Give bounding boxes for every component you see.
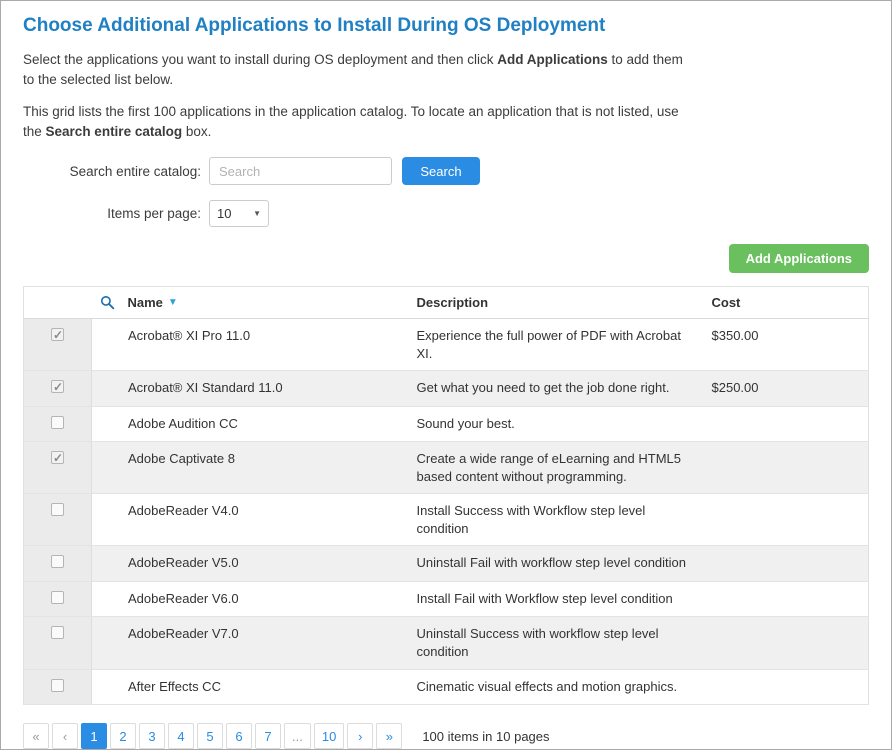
row-checkbox[interactable] xyxy=(51,555,64,568)
row-checkbox[interactable] xyxy=(51,328,64,341)
pagination-summary: 100 items in 10 pages xyxy=(422,729,549,744)
app-name: Adobe Audition CC xyxy=(92,406,409,442)
table-row: AdobeReader V7.0Uninstall Success with w… xyxy=(24,617,869,669)
row-checkbox[interactable] xyxy=(51,451,64,464)
table-row: AdobeReader V6.0Install Fail with Workfl… xyxy=(24,581,869,617)
table-row: Acrobat® XI Pro 11.0Experience the full … xyxy=(24,319,869,371)
row-checkbox[interactable] xyxy=(51,626,64,639)
app-cost xyxy=(704,494,869,546)
items-per-page-label: Items per page: xyxy=(23,206,201,221)
pagination: «‹1234567...10›» xyxy=(23,723,402,749)
app-description: Uninstall Fail with workflow step level … xyxy=(409,546,704,582)
items-per-page-value: 10 xyxy=(217,206,231,221)
row-checkbox-cell xyxy=(24,546,92,582)
app-cost: $250.00 xyxy=(704,371,869,407)
row-checkbox[interactable] xyxy=(51,679,64,692)
pagination-button[interactable]: » xyxy=(376,723,402,749)
pagination-row: «‹1234567...10›» 100 items in 10 pages xyxy=(23,723,869,749)
page-title: Choose Additional Applications to Instal… xyxy=(23,15,869,37)
app-description: Experience the full power of PDF with Ac… xyxy=(409,319,704,371)
app-description: Install Fail with Workflow step level co… xyxy=(409,581,704,617)
table-row: Adobe Audition CCSound your best. xyxy=(24,406,869,442)
intro-text-1: Select the applications you want to inst… xyxy=(23,50,683,91)
row-checkbox-cell xyxy=(24,371,92,407)
app-name: AdobeReader V4.0 xyxy=(92,494,409,546)
column-header-select xyxy=(24,287,92,319)
row-checkbox[interactable] xyxy=(51,591,64,604)
app-description: Uninstall Success with workflow step lev… xyxy=(409,617,704,669)
app-name: AdobeReader V5.0 xyxy=(92,546,409,582)
add-applications-row: Add Applications xyxy=(23,244,869,273)
pagination-button[interactable]: 10 xyxy=(314,723,344,749)
applications-table: Name ▼ Description Cost Acrobat® XI Pro … xyxy=(23,286,869,705)
app-cost xyxy=(704,406,869,442)
pagination-button[interactable]: « xyxy=(23,723,49,749)
search-input[interactable] xyxy=(209,157,392,185)
items-per-page-row: Items per page: 10 ▼ xyxy=(23,200,869,227)
chevron-down-icon: ▼ xyxy=(253,209,261,218)
app-cost xyxy=(704,546,869,582)
row-checkbox-cell xyxy=(24,581,92,617)
pagination-button[interactable]: › xyxy=(347,723,373,749)
search-catalog-label: Search entire catalog: xyxy=(23,164,201,179)
app-cost xyxy=(704,442,869,494)
table-row: Adobe Captivate 8Create a wide range of … xyxy=(24,442,869,494)
pagination-button[interactable]: 4 xyxy=(168,723,194,749)
app-cost: $350.00 xyxy=(704,319,869,371)
search-row: Search entire catalog: Search xyxy=(23,157,869,185)
app-table-body: Acrobat® XI Pro 11.0Experience the full … xyxy=(24,319,869,705)
app-cost xyxy=(704,669,869,705)
app-description: Get what you need to get the job done ri… xyxy=(409,371,704,407)
column-header-description: Description xyxy=(409,287,704,319)
row-checkbox[interactable] xyxy=(51,416,64,429)
app-cost xyxy=(704,617,869,669)
table-row: After Effects CCCinematic visual effects… xyxy=(24,669,869,705)
column-header-name[interactable]: Name ▼ xyxy=(92,287,409,319)
table-row: Acrobat® XI Standard 11.0Get what you ne… xyxy=(24,371,869,407)
row-checkbox-cell xyxy=(24,442,92,494)
row-checkbox-cell xyxy=(24,494,92,546)
pagination-button[interactable]: 1 xyxy=(81,723,107,749)
add-applications-button[interactable]: Add Applications xyxy=(729,244,869,273)
column-header-name-label: Name xyxy=(128,295,163,310)
app-name: Adobe Captivate 8 xyxy=(92,442,409,494)
table-header-row: Name ▼ Description Cost xyxy=(24,287,869,319)
table-row: AdobeReader V4.0Install Success with Wor… xyxy=(24,494,869,546)
app-description: Create a wide range of eLearning and HTM… xyxy=(409,442,704,494)
row-checkbox[interactable] xyxy=(51,503,64,516)
app-name: Acrobat® XI Standard 11.0 xyxy=(92,371,409,407)
items-per-page-select[interactable]: 10 ▼ xyxy=(209,200,269,227)
app-name: AdobeReader V6.0 xyxy=(92,581,409,617)
row-checkbox-cell xyxy=(24,617,92,669)
row-checkbox[interactable] xyxy=(51,380,64,393)
pagination-button[interactable]: 3 xyxy=(139,723,165,749)
pagination-button[interactable]: 2 xyxy=(110,723,136,749)
sort-desc-icon[interactable]: ▼ xyxy=(168,297,178,308)
pagination-button[interactable]: 6 xyxy=(226,723,252,749)
search-icon[interactable] xyxy=(100,295,115,310)
app-name: AdobeReader V7.0 xyxy=(92,617,409,669)
app-name: Acrobat® XI Pro 11.0 xyxy=(92,319,409,371)
app-cost xyxy=(704,581,869,617)
row-checkbox-cell xyxy=(24,406,92,442)
pagination-button[interactable]: ‹ xyxy=(52,723,78,749)
app-description: Install Success with Workflow step level… xyxy=(409,494,704,546)
pagination-ellipsis: ... xyxy=(284,723,311,749)
column-header-cost: Cost xyxy=(704,287,869,319)
intro-text-2: This grid lists the first 100 applicatio… xyxy=(23,102,683,143)
pagination-button[interactable]: 7 xyxy=(255,723,281,749)
table-row: AdobeReader V5.0Uninstall Fail with work… xyxy=(24,546,869,582)
row-checkbox-cell xyxy=(24,319,92,371)
app-name: After Effects CC xyxy=(92,669,409,705)
pagination-button[interactable]: 5 xyxy=(197,723,223,749)
app-description: Cinematic visual effects and motion grap… xyxy=(409,669,704,705)
app-description: Sound your best. xyxy=(409,406,704,442)
deployment-dialog: Choose Additional Applications to Instal… xyxy=(0,0,892,750)
search-button[interactable]: Search xyxy=(402,157,480,185)
row-checkbox-cell xyxy=(24,669,92,705)
